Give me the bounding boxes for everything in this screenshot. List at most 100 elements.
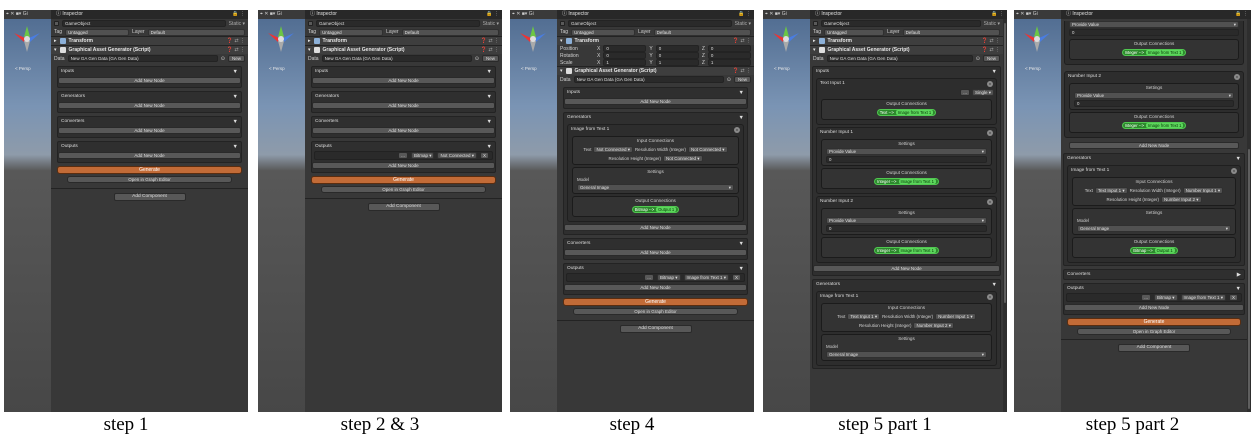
collapse-icon[interactable]: ▼ (487, 119, 492, 125)
scrollbar[interactable] (1003, 19, 1007, 412)
add-new-node-button[interactable]: Add New Node (564, 249, 747, 256)
scene-view[interactable]: ⌖ ✕ ■▾ Gi < Persp (1014, 10, 1061, 412)
model-dropdown[interactable]: General Image (826, 351, 987, 358)
position-x-field[interactable]: 0 (603, 45, 647, 52)
source-dropdown[interactable]: Image from Text 1 ▾ (683, 274, 729, 281)
add-new-node-button[interactable]: Add New Node (58, 77, 241, 84)
expand-arrow-icon[interactable]: ▸ (308, 38, 311, 44)
collapse-icon[interactable]: ▼ (1236, 156, 1241, 162)
text-connection-dropdown[interactable]: Text Input 1 ▾ (1094, 187, 1128, 194)
value-field[interactable]: 0 (826, 156, 987, 163)
add-new-node-button[interactable]: Add New Node (58, 152, 241, 159)
remove-node-icon[interactable]: x (987, 198, 993, 205)
remove-output-button[interactable]: X (731, 274, 741, 281)
scene-toolbar[interactable]: ⌖ ✕ ■▾ Gi (4, 10, 51, 19)
gameobject-name-field[interactable]: GameObject (316, 20, 480, 27)
add-new-node-button[interactable]: Add New Node (312, 127, 495, 134)
mode-dropdown[interactable]: Single ▾ (971, 89, 994, 96)
collapse-icon[interactable]: ▼ (992, 282, 997, 288)
text-connection-dropdown[interactable]: Not Connected ▾ (593, 146, 634, 153)
rotation-y-field[interactable]: 0 (655, 52, 699, 59)
script-header[interactable]: ▾ Graphical Asset Generator (Script) ❓ ⇄ ⋮ (51, 45, 248, 54)
tag-dropdown[interactable]: Untagged (319, 28, 384, 36)
object-picker-icon[interactable]: ⊙ (976, 56, 980, 62)
position-z-field[interactable]: 0 (707, 45, 751, 52)
connection-pill[interactable]: Integer --> Image from Text 1 (1121, 49, 1187, 56)
add-component-button[interactable]: Add Component (367, 203, 440, 211)
value-field[interactable]: 0 (826, 225, 987, 232)
scene-toolbar[interactable]: ⌖ ✕ ■▾ Gi (1014, 10, 1061, 19)
scene-toolbar[interactable]: ⌖ ✕ ■▾ Gi (258, 10, 305, 19)
orientation-gizmo-icon[interactable] (1022, 24, 1052, 54)
provide-value-dropdown[interactable]: Provide Value (826, 217, 987, 224)
connection-pill[interactable]: Integer --> Image from Text 1 (874, 178, 939, 185)
remove-node-icon[interactable]: x (987, 80, 993, 87)
add-component-button[interactable]: Add Component (1118, 344, 1190, 352)
remove-node-icon[interactable]: x (987, 293, 993, 300)
add-new-node-button[interactable]: Add New Node (312, 102, 495, 109)
rotation-z-field[interactable]: 0 (707, 52, 751, 59)
data-object-field[interactable]: New GA Gen Data (GA Gen Data) (67, 55, 218, 62)
new-button[interactable]: New (227, 55, 245, 62)
value-field[interactable]: 0 (1074, 100, 1234, 107)
lock-icon[interactable]: 🔒 ⋮ (991, 10, 1004, 19)
collapse-icon[interactable]: ▼ (487, 144, 492, 150)
add-new-node-button[interactable]: Add New Node (564, 98, 747, 105)
source-dropdown[interactable]: Image from Text 1 ▾ (1180, 294, 1226, 301)
remove-node-icon[interactable]: x (987, 129, 993, 136)
scale-z-field[interactable]: 1 (707, 59, 751, 66)
tag-dropdown[interactable]: Untagged (65, 28, 130, 36)
gameobject-name-field[interactable]: GameObject (62, 20, 226, 27)
text-connection-dropdown[interactable]: Text Input 1 ▾ (847, 313, 881, 320)
collapse-icon[interactable]: ▼ (233, 144, 238, 150)
static-dropdown[interactable]: Static ▾ (483, 21, 499, 27)
component-menu-icon[interactable]: ❓ ⇄ ⋮ (227, 38, 245, 44)
connection-pill[interactable]: Integer --> Image from Text 1 (874, 247, 939, 254)
remove-node-icon[interactable]: x (1234, 73, 1240, 80)
expand-arrow-icon[interactable]: ▾ (308, 47, 311, 53)
add-new-node-button[interactable]: Add New Node (1064, 304, 1244, 311)
position-y-field[interactable]: 0 (655, 45, 699, 52)
expand-arrow-icon[interactable]: ▾ (560, 38, 563, 44)
new-button[interactable]: New (481, 55, 499, 62)
type-dropdown[interactable]: Bitmap ▾ (657, 274, 681, 281)
orientation-gizmo-icon[interactable] (771, 24, 801, 54)
persp-label[interactable]: < Persp (1025, 66, 1041, 71)
object-picker-icon[interactable]: ⊙ (221, 56, 225, 62)
static-dropdown[interactable]: Static ▾ (735, 21, 751, 27)
connection-pill[interactable]: Integer --> Image from Text 1 (1121, 122, 1187, 129)
active-checkbox[interactable] (813, 21, 818, 26)
open-graph-editor-button[interactable]: Open in Graph Editor (573, 308, 738, 315)
persp-label[interactable]: < Persp (15, 66, 31, 71)
collapse-icon[interactable]: ▼ (233, 69, 238, 75)
add-new-node-button[interactable]: Add New Node (564, 284, 747, 291)
add-new-node-button[interactable]: Add New Node (564, 224, 747, 231)
object-picker-icon[interactable]: ⊙ (727, 77, 731, 83)
add-new-node-button[interactable]: Add New Node (58, 127, 241, 134)
add-new-node-button[interactable]: Add New Node (312, 77, 495, 84)
expand-arrow-icon[interactable]: ▾ (813, 47, 816, 53)
generate-button[interactable]: Generate (563, 298, 748, 306)
gameobject-name-field[interactable]: GameObject (568, 20, 732, 27)
lock-icon[interactable]: 🔒 ⋮ (232, 10, 245, 19)
add-new-node-button[interactable]: Add New Node (813, 265, 1000, 272)
generate-button[interactable]: Generate (1067, 318, 1241, 326)
script-header[interactable]: ▾ Graphical Asset Generator (Script) ❓ ⇄ ⋮ (557, 66, 754, 75)
expand-arrow-icon[interactable]: ▸ (54, 38, 57, 44)
collapse-icon[interactable]: ▼ (1236, 286, 1241, 292)
more-button[interactable]: ... (398, 152, 408, 159)
transform-header[interactable]: ▸ Transform ❓ ⇄ ⋮ (810, 36, 1003, 45)
open-graph-editor-button[interactable]: Open in Graph Editor (67, 176, 232, 183)
remove-node-icon[interactable]: x (1231, 167, 1237, 174)
res-width-dropdown[interactable]: Not Connected ▾ (688, 146, 728, 153)
scene-view[interactable]: ⌖ ✕ ■▾ Gi < Persp (510, 10, 557, 412)
open-graph-editor-button[interactable]: Open in Graph Editor (1077, 328, 1231, 335)
orientation-gizmo-icon[interactable] (518, 24, 548, 54)
generate-button[interactable]: Generate (311, 176, 496, 184)
static-dropdown[interactable]: Static ▾ (984, 21, 1000, 27)
collapse-icon[interactable]: ▼ (487, 94, 492, 100)
tag-dropdown[interactable]: Untagged (571, 28, 636, 36)
component-menu-icon[interactable]: ❓ ⇄ ⋮ (733, 68, 751, 74)
provide-value-dropdown[interactable]: Provide Value (1074, 92, 1234, 99)
provide-value-dropdown[interactable]: Provide Value (826, 148, 987, 155)
